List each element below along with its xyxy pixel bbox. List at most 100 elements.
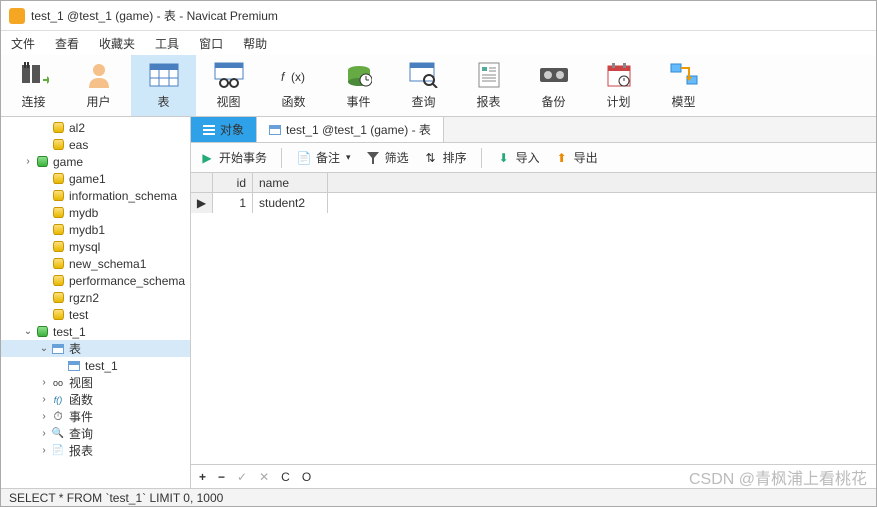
database-icon <box>51 206 65 220</box>
tree-label: game <box>53 155 83 169</box>
tool-report[interactable]: 报表 <box>456 55 521 116</box>
tree-node-报表[interactable]: ›📄报表 <box>1 442 190 459</box>
tool-event[interactable]: 事件 <box>326 55 391 116</box>
tree-node-performance_schema[interactable]: performance_schema <box>1 272 190 289</box>
menu-fav[interactable]: 收藏夹 <box>99 35 135 51</box>
menu-bar: 文件 查看 收藏夹 工具 窗口 帮助 <box>1 31 876 55</box>
tree-label: information_schema <box>69 189 177 203</box>
tree-node-al2[interactable]: al2 <box>1 119 190 136</box>
refresh-button[interactable]: C <box>281 470 290 484</box>
tool-model[interactable]: 模型 <box>651 55 716 116</box>
expand-icon[interactable]: ⌄ <box>37 343 51 354</box>
stop-button[interactable]: O <box>302 470 311 484</box>
tree-node-information_schema[interactable]: information_schema <box>1 187 190 204</box>
tool-backup[interactable]: 备份 <box>521 55 586 116</box>
chevron-down-icon: ▾ <box>346 152 351 163</box>
data-grid[interactable]: id name ▶ 1 student2 <box>191 173 876 464</box>
tree-node-new_schema1[interactable]: new_schema1 <box>1 255 190 272</box>
menu-view[interactable]: 查看 <box>55 35 79 51</box>
tree-node-表[interactable]: ⌄表 <box>1 340 190 357</box>
expand-icon[interactable]: › <box>37 428 51 439</box>
tree-label: al2 <box>69 121 85 135</box>
menu-window[interactable]: 窗口 <box>199 35 223 51</box>
tree-node-函数[interactable]: ›f()函数 <box>1 391 190 408</box>
tool-view[interactable]: 视图 <box>196 55 261 116</box>
tool-connection[interactable]: 连接 <box>1 55 66 116</box>
tree-node-eas[interactable]: eas <box>1 136 190 153</box>
tree-node-查询[interactable]: ›🔍 查询 <box>1 425 190 442</box>
tab-data[interactable]: test_1 @test_1 (game) - 表 <box>257 117 444 142</box>
table-icon <box>148 61 180 89</box>
export-button[interactable]: ⬆导出 <box>554 149 598 166</box>
column-header-id[interactable]: id <box>213 173 253 193</box>
expand-icon[interactable]: › <box>37 394 51 405</box>
import-button[interactable]: ⬇导入 <box>496 149 540 166</box>
expand-icon[interactable]: › <box>37 377 51 388</box>
expand-icon[interactable]: › <box>37 445 51 456</box>
memo-button[interactable]: 📄备注▾ <box>296 149 351 166</box>
import-icon: ⬇ <box>496 150 512 166</box>
apply-button[interactable]: ✓ <box>237 470 247 484</box>
database-icon <box>51 172 65 186</box>
tool-function[interactable]: f(x) 函数 <box>261 55 326 116</box>
expand-icon[interactable]: › <box>37 411 51 422</box>
cell-id[interactable]: 1 <box>213 193 253 213</box>
tree-node-test_1[interactable]: ⌄ test_1 <box>1 323 190 340</box>
svg-text:f: f <box>281 70 286 84</box>
tab-objects[interactable]: 对象 <box>191 117 257 142</box>
database-active-icon <box>35 325 49 339</box>
row-header-corner <box>191 173 213 192</box>
tree-node-视图[interactable]: ›oo视图 <box>1 374 190 391</box>
menu-help[interactable]: 帮助 <box>243 35 267 51</box>
tree-node-mydb[interactable]: mydb <box>1 204 190 221</box>
database-icon <box>51 189 65 203</box>
tree-node-game1[interactable]: game1 <box>1 170 190 187</box>
svg-text:(x): (x) <box>291 70 305 84</box>
add-record-button[interactable]: + <box>199 470 206 484</box>
tree-node-rgzn2[interactable]: rgzn2 <box>1 289 190 306</box>
tree-label: mysql <box>69 240 100 254</box>
column-header-name[interactable]: name <box>253 173 328 193</box>
tree-node-mydb1[interactable]: mydb1 <box>1 221 190 238</box>
tree-node-test[interactable]: test <box>1 306 190 323</box>
cell-name[interactable]: student2 <box>253 193 328 213</box>
sort-button[interactable]: ⇅排序 <box>423 149 467 166</box>
calendar-icon <box>603 61 635 89</box>
begin-transaction-button[interactable]: ▶开始事务 <box>199 149 267 166</box>
cancel-button[interactable]: ✕ <box>259 470 269 484</box>
database-icon <box>51 257 65 271</box>
tool-user[interactable]: 用户 <box>66 55 131 116</box>
tree-label: mydb <box>69 206 98 220</box>
tree-label: eas <box>69 138 88 152</box>
query-icon: 🔍 <box>51 427 65 441</box>
clock-icon <box>343 61 375 89</box>
database-icon <box>51 240 65 254</box>
tree-node-test_1[interactable]: test_1 <box>1 357 190 374</box>
tool-table[interactable]: 表 <box>131 55 196 116</box>
tree-node-事件[interactable]: ›⏱事件 <box>1 408 190 425</box>
tree-label: test_1 <box>53 325 86 339</box>
tree-node-mysql[interactable]: mysql <box>1 238 190 255</box>
filter-button[interactable]: 筛选 <box>365 149 409 166</box>
expand-icon[interactable]: ⌄ <box>21 326 35 337</box>
memo-icon: 📄 <box>296 150 312 166</box>
main-toolbar: 连接 用户 表 视图 f(x) 函数 事件 查询 报表 备份 计划 模型 <box>1 55 876 117</box>
tree-node-game[interactable]: › game <box>1 153 190 170</box>
tree-label: performance_schema <box>69 274 185 288</box>
table-row[interactable]: ▶ 1 student2 <box>191 193 876 213</box>
table-icon <box>67 359 81 373</box>
database-tree[interactable]: al2eas›gamegame1information_schemamydbmy… <box>1 117 191 488</box>
function-icon: f() <box>51 393 65 407</box>
tool-query[interactable]: 查询 <box>391 55 456 116</box>
tree-label: 查询 <box>69 425 93 442</box>
database-icon <box>51 291 65 305</box>
expand-icon[interactable]: › <box>21 156 35 167</box>
play-icon: ▶ <box>199 150 215 166</box>
sort-icon: ⇅ <box>423 150 439 166</box>
menu-file[interactable]: 文件 <box>11 35 35 51</box>
tool-schedule[interactable]: 计划 <box>586 55 651 116</box>
menu-tools[interactable]: 工具 <box>155 35 179 51</box>
action-bar: ▶开始事务 📄备注▾ 筛选 ⇅排序 ⬇导入 ⬆导出 <box>191 143 876 173</box>
tree-label: 事件 <box>69 408 93 425</box>
delete-record-button[interactable]: − <box>218 470 225 484</box>
